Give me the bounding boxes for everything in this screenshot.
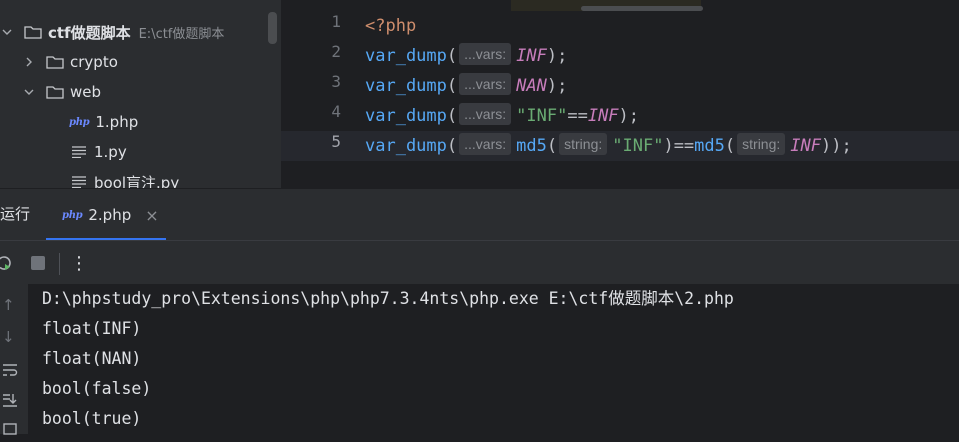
parameter-hint: ...vars: [459, 133, 512, 155]
paren: ) [663, 136, 674, 156]
vertical-scrollbar[interactable] [268, 12, 277, 44]
tree-root-row[interactable]: ctf做题脚本 E:\ctf做题脚本 [0, 17, 281, 47]
run-tab-label: 2.php [88, 206, 132, 224]
tree-item-label: web [70, 83, 102, 101]
parameter-hint: ...vars: [459, 43, 512, 65]
code-editor[interactable]: 1 2 3 4 5 <?php var_dump(...vars: INF); v… [281, 0, 959, 188]
chevron-down-icon[interactable] [22, 85, 36, 99]
line-number: 3 [331, 72, 341, 91]
function-name: md5 [516, 136, 547, 156]
text-file-icon [72, 146, 86, 158]
php-open-tag: <?php [365, 16, 417, 36]
toolbar-divider [59, 253, 60, 275]
tree-item-bool-py[interactable]: bool盲注.py [0, 167, 281, 188]
tree-item-label: crypto [70, 53, 118, 71]
line-number: 2 [331, 42, 341, 61]
tree-root-path: E:\ctf做题脚本 [138, 26, 225, 42]
run-panel-title: 运行 [0, 205, 31, 223]
line-number: 1 [331, 12, 341, 31]
code-line-2[interactable]: var_dump(...vars: INF); [365, 41, 567, 71]
more-options-icon[interactable]: ⋮ [69, 253, 89, 274]
constant: INF [587, 106, 619, 126]
code-line-4[interactable]: var_dump(...vars: "INF"==INF); [365, 101, 639, 131]
tree-item-1-py[interactable]: 1.py [0, 137, 281, 167]
function-name: var_dump [365, 76, 447, 96]
operator: == [567, 106, 588, 126]
paren: ( [546, 136, 558, 156]
function-name: var_dump [365, 46, 447, 66]
folder-icon [46, 86, 64, 99]
paren: ( [446, 46, 458, 66]
parameter-hint: ...vars: [459, 73, 512, 95]
constant: INF [790, 136, 821, 156]
console-line: bool(true) [42, 409, 142, 428]
soft-wrap-icon[interactable] [2, 362, 18, 378]
text-file-icon [72, 176, 86, 188]
tree-item-web[interactable]: web [0, 77, 281, 107]
print-icon[interactable] [2, 422, 18, 438]
console-line: float(NAN) [42, 349, 142, 368]
console-line: bool(false) [42, 379, 152, 398]
function-name: var_dump [365, 106, 447, 126]
tree-item-label: 1.php [95, 113, 139, 131]
rerun-icon[interactable] [0, 253, 14, 273]
tree-root-label: ctf做题脚本 [48, 23, 131, 42]
paren: ( [446, 136, 458, 156]
function-name: md5 [694, 136, 725, 156]
folder-icon [24, 26, 42, 39]
constant: INF [516, 46, 547, 66]
paren: )); [820, 136, 852, 156]
paren: ); [618, 106, 640, 126]
tree-item-label: 1.py [94, 143, 127, 161]
stop-icon[interactable] [28, 253, 48, 273]
console-side-toolbar: ↑ ↓ [0, 284, 28, 435]
close-icon[interactable]: × [145, 206, 158, 225]
code-line-5[interactable]: var_dump(...vars: md5(string: "INF")==md5(… [365, 131, 852, 161]
paren: ); [546, 76, 568, 96]
parameter-hint: ...vars: [459, 103, 512, 125]
console-line: float(INF) [42, 319, 142, 338]
paren: ( [446, 76, 458, 96]
run-tab-2-php[interactable]: php 2.php × [46, 189, 166, 241]
paren: ( [446, 106, 458, 126]
scroll-to-end-icon[interactable] [2, 392, 18, 408]
paren: ); [546, 46, 568, 66]
string-literal: "INF" [516, 106, 568, 126]
console-line: D:\phpstudy_pro\Extensions\php\php7.3.4n… [42, 289, 734, 308]
chevron-right-icon[interactable] [22, 55, 36, 69]
arrow-down-icon[interactable]: ↓ [2, 328, 18, 346]
string-literal: "INF" [612, 136, 664, 156]
tree-item-1-php[interactable]: php 1.php [0, 107, 281, 137]
code-line-1[interactable]: <?php [365, 11, 416, 41]
constant: NAN [516, 76, 547, 96]
operator: == [673, 136, 695, 156]
folder-icon [46, 56, 64, 69]
console-output[interactable]: D:\phpstudy_pro\Extensions\php\php7.3.4n… [28, 284, 959, 434]
chevron-down-icon[interactable] [0, 25, 14, 39]
php-file-icon: php [62, 209, 83, 221]
project-tool-window: ctf做题脚本 E:\ctf做题脚本 crypto web php 1.php … [0, 0, 281, 188]
line-number: 4 [331, 102, 341, 121]
function-name: var_dump [365, 136, 447, 156]
run-panel-header: 运行 php 2.php × [0, 188, 959, 241]
parameter-hint: string: [559, 133, 608, 155]
tree-item-crypto[interactable]: crypto [0, 47, 281, 77]
line-number: 5 [331, 132, 341, 151]
paren: ( [724, 136, 736, 156]
arrow-up-icon[interactable]: ↑ [2, 296, 18, 314]
parameter-hint: string: [737, 133, 786, 155]
horizontal-scrollbar[interactable] [581, 6, 703, 11]
code-line-3[interactable]: var_dump(...vars: NAN); [365, 71, 567, 101]
tree-item-label: bool盲注.py [94, 173, 180, 189]
php-file-icon: php [69, 116, 90, 128]
run-toolbar: ⋮ [0, 240, 959, 285]
